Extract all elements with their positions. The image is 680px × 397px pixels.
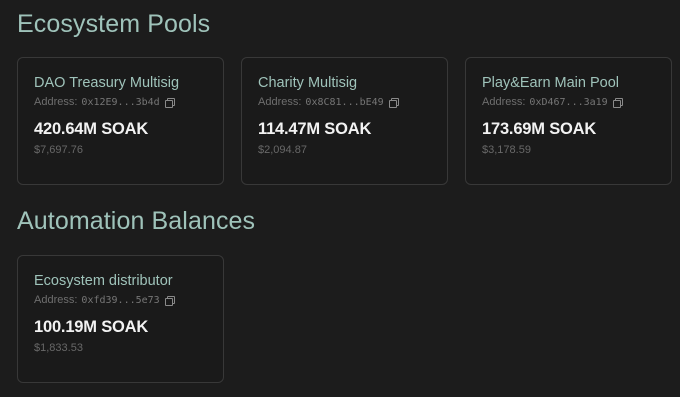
copy-icon[interactable] — [388, 97, 399, 108]
copy-icon[interactable] — [164, 97, 175, 108]
pool-usd-value: $2,094.87 — [258, 144, 307, 156]
address-value: 0xfd39...5e73 — [81, 294, 160, 306]
address-label: Address: — [34, 294, 78, 306]
pool-usd-value: $3,178.59 — [482, 144, 531, 156]
automation-balances-title: Automation Balances — [17, 207, 256, 235]
pool-card-dao-treasury: DAO Treasury Multisig Address: 0x12E9...… — [17, 57, 224, 185]
address-value: 0x12E9...3b4d — [81, 96, 160, 108]
address-label: Address: — [482, 96, 526, 108]
address-value: 0xD467...3a19 — [529, 96, 608, 108]
copy-icon[interactable] — [164, 295, 175, 306]
pool-amount: 114.47M SOAK — [258, 120, 372, 138]
automation-address: Address: 0xfd39...5e73 — [34, 294, 175, 306]
address-value: 0x8C81...bE49 — [305, 96, 384, 108]
pool-address: Address: 0xD467...3a19 — [482, 96, 623, 108]
automation-usd-value: $1,833.53 — [34, 342, 83, 354]
address-label: Address: — [258, 96, 302, 108]
copy-icon[interactable] — [612, 97, 623, 108]
pool-amount: 173.69M SOAK — [482, 120, 597, 138]
pool-amount: 420.64M SOAK — [34, 120, 149, 138]
automation-amount: 100.19M SOAK — [34, 318, 149, 336]
pool-name: Play&Earn Main Pool — [482, 75, 620, 91]
automation-card-ecosystem-distributor: Ecosystem distributor Address: 0xfd39...… — [17, 255, 224, 383]
pool-card-play-earn: Play&Earn Main Pool Address: 0xD467...3a… — [465, 57, 672, 185]
ecosystem-pools-title: Ecosystem Pools — [17, 10, 211, 38]
pool-name: Charity Multisig — [258, 75, 358, 91]
pool-usd-value: $7,697.76 — [34, 144, 83, 156]
pool-card-charity: Charity Multisig Address: 0x8C81...bE49 … — [241, 57, 448, 185]
automation-name: Ecosystem distributor — [34, 273, 173, 289]
address-label: Address: — [34, 96, 78, 108]
pool-name: DAO Treasury Multisig — [34, 75, 180, 91]
pool-address: Address: 0x12E9...3b4d — [34, 96, 175, 108]
pool-address: Address: 0x8C81...bE49 — [258, 96, 399, 108]
